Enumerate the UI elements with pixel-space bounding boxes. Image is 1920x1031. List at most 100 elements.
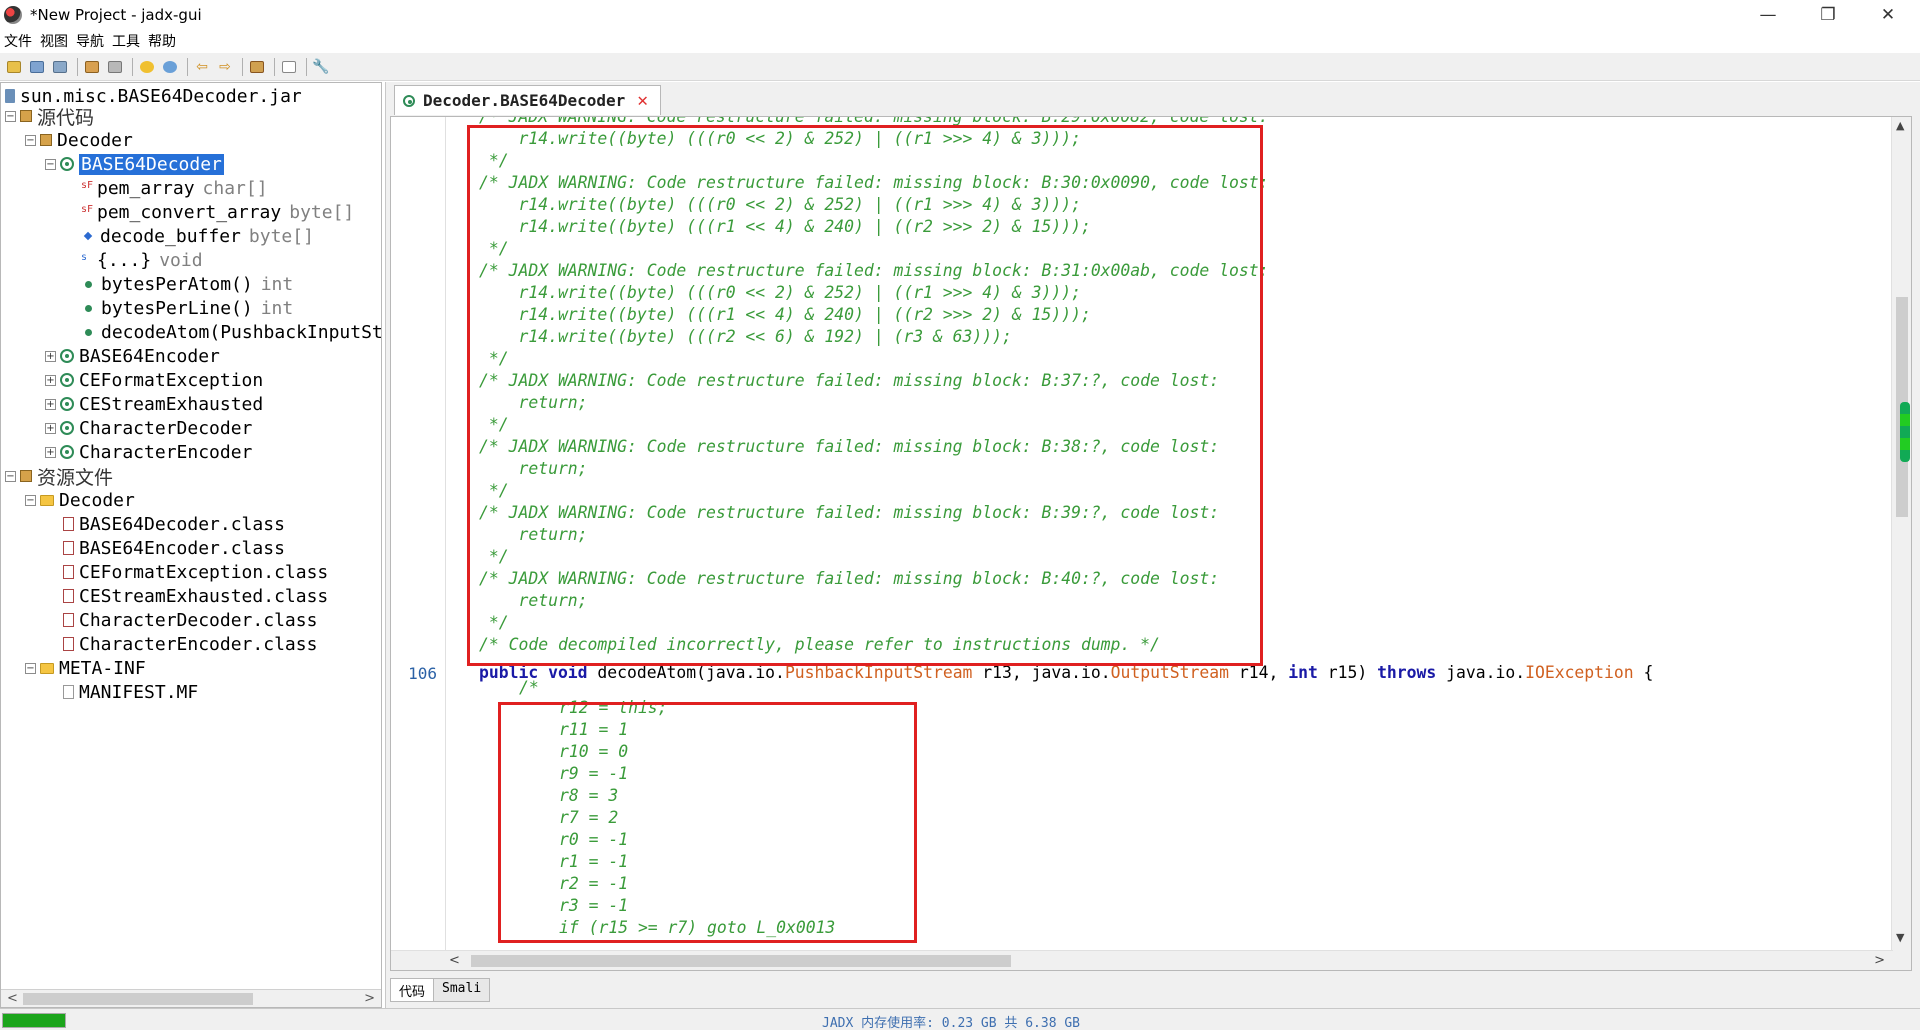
res-file-label: CharacterDecoder.class <box>79 609 318 631</box>
progress-bar <box>2 1013 66 1028</box>
class-label: CharacterEncoder <box>79 441 253 463</box>
add-files-icon[interactable] <box>27 57 47 77</box>
tab-smali[interactable]: Smali <box>433 978 491 1002</box>
code-text: java.io. <box>1436 663 1526 682</box>
member-name: pem_array <box>97 177 195 199</box>
forward-arrow-icon[interactable]: ⇨ <box>215 57 235 77</box>
member-name: {...} <box>97 249 152 271</box>
class-search-icon[interactable] <box>160 57 180 77</box>
expand-toggle-icon[interactable]: + <box>45 446 56 458</box>
type-link[interactable]: IOException <box>1525 663 1634 682</box>
member-name: decodeAtom(PushbackInputSt <box>101 321 382 343</box>
menu-tools[interactable]: 工具 <box>108 31 144 51</box>
scroll-up-icon[interactable]: ▲ <box>1896 119 1904 132</box>
tree-selected-class[interactable]: − BASE64Decoder <box>45 152 224 176</box>
close-button[interactable]: ✕ <box>1860 0 1916 30</box>
tree-res-folder[interactable]: − Decoder <box>25 488 135 512</box>
static-final-field-icon: sF <box>81 204 94 215</box>
member-type: void <box>159 249 203 271</box>
source-root-label: 源代码 <box>37 106 95 129</box>
member-name: bytesPerLine() <box>101 297 253 319</box>
scroll-right-icon[interactable]: > <box>1874 953 1885 968</box>
collapse-toggle-icon[interactable]: − <box>25 494 36 506</box>
tab-code[interactable]: 代码 <box>390 978 435 1002</box>
tree-meta-folder[interactable]: − META-INF <box>25 656 146 680</box>
tree-res-file[interactable]: CEFormatException.class <box>63 560 328 584</box>
view-mode-tabs: 代码 Smali <box>390 978 491 1002</box>
tree-resources-root[interactable]: − 资源文件 <box>5 464 113 489</box>
tree-member[interactable]: sF pem_convert_array byte[] <box>81 200 354 224</box>
collapse-toggle-icon[interactable]: − <box>25 134 36 146</box>
tree-class[interactable]: + BASE64Encoder <box>45 344 220 368</box>
tree-res-file[interactable]: CEStreamExhausted.class <box>63 584 328 608</box>
deobfuscation-icon[interactable] <box>247 57 267 77</box>
preferences-wrench-icon[interactable]: 🔧 <box>311 57 331 77</box>
tree-res-file[interactable]: BASE64Encoder.class <box>63 536 285 560</box>
tree-class[interactable]: + CharacterEncoder <box>45 440 252 464</box>
expand-toggle-icon[interactable]: + <box>45 422 56 434</box>
tree-res-file[interactable]: BASE64Decoder.class <box>63 512 285 536</box>
menu-bar: 文件 视图 导航 工具 帮助 <box>0 30 1920 52</box>
jar-icon <box>5 89 15 103</box>
expand-toggle-icon[interactable]: + <box>45 350 56 362</box>
class-icon <box>60 373 74 387</box>
menu-file[interactable]: 文件 <box>0 31 36 51</box>
manifest-file-icon <box>63 685 74 699</box>
sync-tree-icon[interactable] <box>82 57 102 77</box>
tree-source-root[interactable]: − 源代码 <box>5 104 95 129</box>
tree-member[interactable]: decodeAtom(PushbackInputSt <box>81 320 382 344</box>
vertical-scrollbar[interactable]: ▲ ▼ <box>1891 117 1911 970</box>
tree-horizontal-scrollbar[interactable]: < > <box>1 989 381 1007</box>
scroll-left-icon[interactable]: < <box>7 991 18 1006</box>
scroll-left-icon[interactable]: < <box>449 953 460 968</box>
tree-member[interactable]: bytesPerLine() int <box>81 296 293 320</box>
code-editor[interactable]: 106 /* JADX WARNING: Code restructure fa… <box>390 116 1912 971</box>
menu-navigate[interactable]: 导航 <box>72 31 108 51</box>
tab-decoder-base64decoder[interactable]: Decoder.BASE64Decoder ✕ <box>394 85 662 115</box>
tree-meta-file[interactable]: MANIFEST.MF <box>63 680 198 704</box>
member-name: decode_buffer <box>100 225 241 247</box>
collapse-toggle-icon[interactable]: − <box>25 662 36 674</box>
tree-member[interactable]: sF pem_array char[] <box>81 176 268 200</box>
tree-class[interactable]: + CharacterDecoder <box>45 416 252 440</box>
class-icon <box>60 421 74 435</box>
collapse-toggle-icon[interactable]: − <box>45 158 56 170</box>
tree-member[interactable]: bytesPerAtom() int <box>81 272 293 296</box>
tree-package[interactable]: − Decoder <box>25 128 133 152</box>
tree-member[interactable]: decode_buffer byte[] <box>81 224 314 248</box>
class-label: CharacterDecoder <box>79 417 253 439</box>
scrollbar-thumb[interactable] <box>23 993 253 1005</box>
member-type: int <box>260 273 294 295</box>
tab-title: Decoder.BASE64Decoder <box>423 91 626 110</box>
scroll-right-icon[interactable]: > <box>364 991 375 1006</box>
horizontal-scrollbar[interactable]: < > <box>391 950 1893 970</box>
method-icon <box>85 328 92 336</box>
expand-toggle-icon[interactable]: + <box>45 398 56 410</box>
code-line: /* <box>519 678 539 697</box>
close-tab-icon[interactable]: ✕ <box>637 90 648 111</box>
tree-res-file[interactable]: CharacterEncoder.class <box>63 632 317 656</box>
menu-help[interactable]: 帮助 <box>144 31 180 51</box>
menu-view[interactable]: 视图 <box>36 31 72 51</box>
selected-class-label: BASE64Decoder <box>79 153 224 175</box>
save-all-icon[interactable] <box>50 57 70 77</box>
resources-folder-icon <box>20 470 32 482</box>
member-type: byte[] <box>289 201 355 223</box>
tree-res-file[interactable]: CharacterDecoder.class <box>63 608 317 632</box>
collapse-toggle-icon[interactable]: − <box>5 470 16 482</box>
flatten-packages-icon[interactable] <box>105 57 125 77</box>
open-file-icon[interactable] <box>4 57 24 77</box>
maximize-button[interactable]: ❐ <box>1800 0 1856 30</box>
tree-class[interactable]: + CEFormatException <box>45 368 263 392</box>
back-arrow-icon[interactable]: ⇦ <box>192 57 212 77</box>
text-search-icon[interactable] <box>137 57 157 77</box>
scrollbar-thumb[interactable] <box>471 955 1011 967</box>
scroll-down-icon[interactable]: ▼ <box>1896 931 1904 944</box>
tree-class[interactable]: + CEStreamExhausted <box>45 392 263 416</box>
log-viewer-icon[interactable] <box>279 57 299 77</box>
res-file-label: BASE64Encoder.class <box>79 537 285 559</box>
minimize-button[interactable]: — <box>1740 0 1796 30</box>
collapse-toggle-icon[interactable]: − <box>5 110 16 122</box>
tree-member[interactable]: s {...} void <box>81 248 203 272</box>
expand-toggle-icon[interactable]: + <box>45 374 56 386</box>
